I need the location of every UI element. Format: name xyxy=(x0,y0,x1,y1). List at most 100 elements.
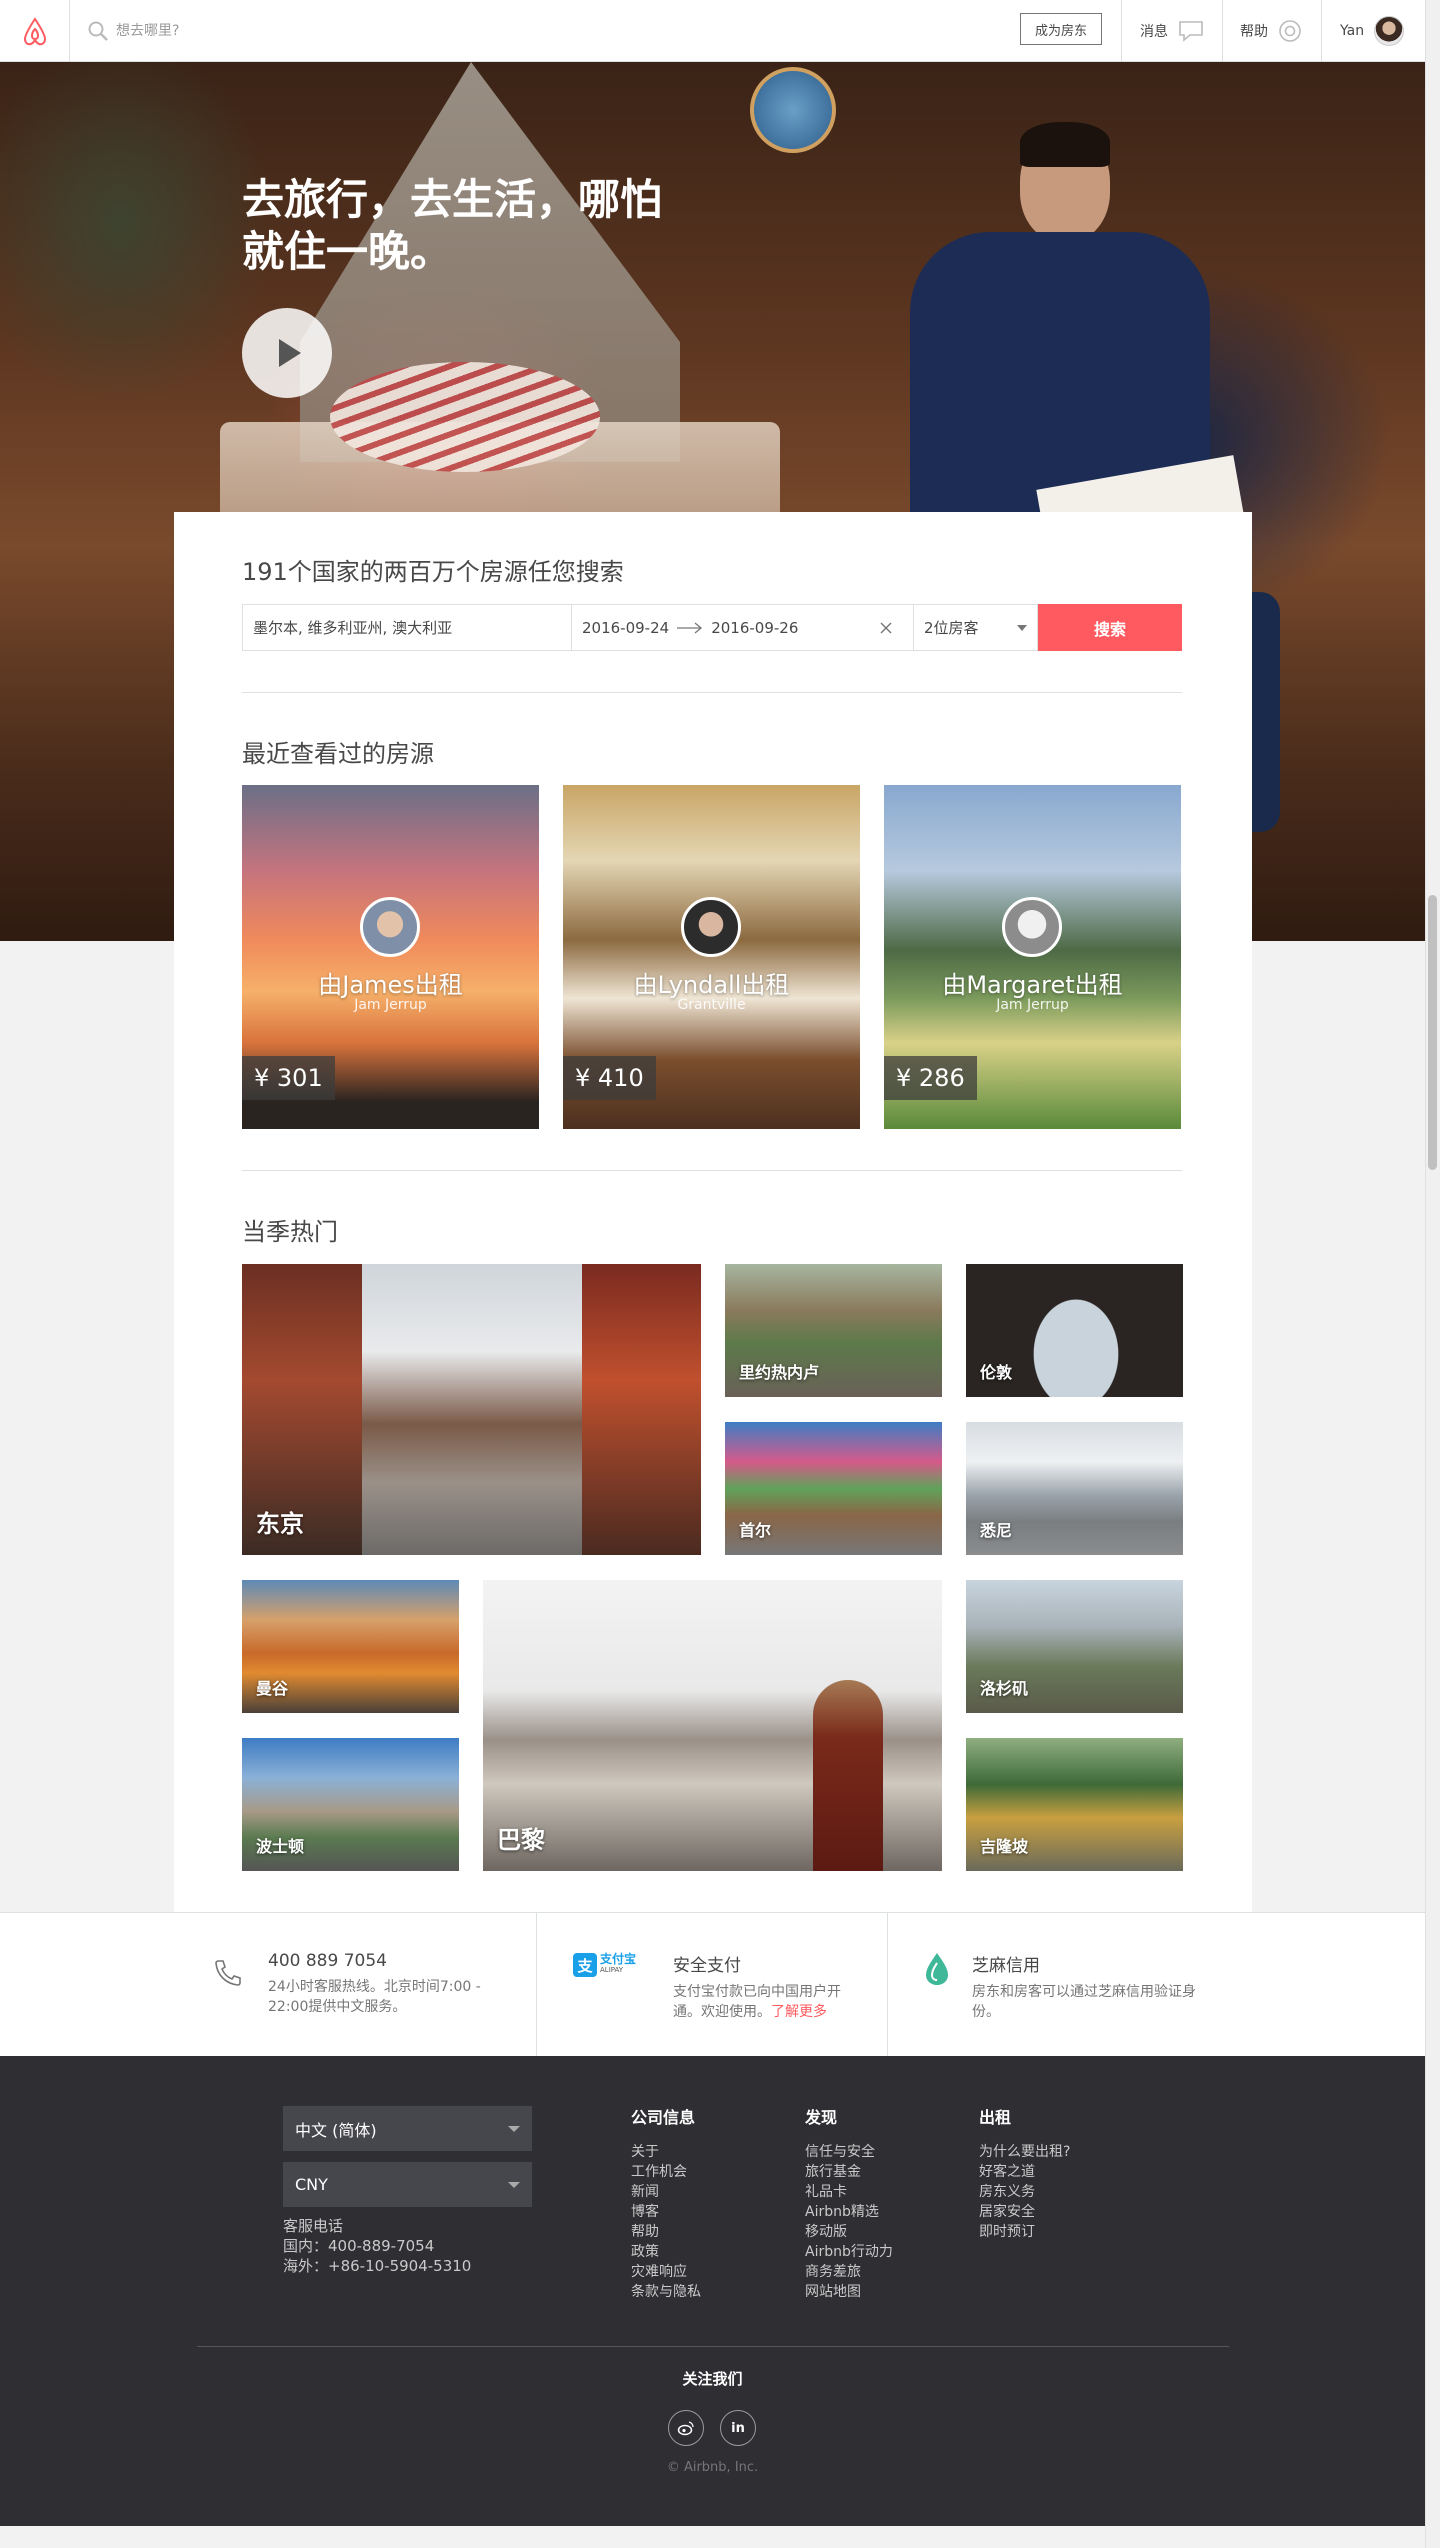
footer-link[interactable]: 礼品卡 xyxy=(805,2182,893,2202)
footer-link[interactable]: 信任与安全 xyxy=(805,2142,893,2162)
recent-listing-card[interactable]: 由James出租 Jam Jerrup ¥ 301 xyxy=(242,785,539,1129)
alipay-logo-text: 支付宝 xyxy=(600,1952,637,1966)
nav-divider xyxy=(1222,0,1223,61)
destination-tile-paris[interactable]: 巴黎 xyxy=(483,1580,942,1871)
lifebuoy-icon xyxy=(1279,19,1301,42)
destination-tile-seoul[interactable]: 首尔 xyxy=(725,1422,942,1555)
city-label: 曼谷 xyxy=(256,1679,289,1698)
main-content-panel: 191个国家的两百万个房源任您搜索 2016-09-24 2016-09-26 … xyxy=(174,512,1252,1912)
nav-divider xyxy=(1121,0,1122,61)
location-input[interactable] xyxy=(242,604,572,651)
listing-location: Grantville xyxy=(677,997,746,1013)
secure-payment-item: 支 支付宝 ALIPAY 安全支付 支付宝付款已向中国用户开通。欢迎使用。了解更… xyxy=(573,1951,863,2022)
footer-link[interactable]: 政策 xyxy=(631,2242,701,2262)
linkedin-label: in xyxy=(731,2420,745,2436)
destination-search-input[interactable] xyxy=(116,18,516,44)
host-name: 由Lyndall出租 xyxy=(633,971,790,999)
airbnb-logo-icon[interactable] xyxy=(0,0,70,61)
footer-link[interactable]: 工作机会 xyxy=(631,2162,701,2182)
guests-value: 2位房客 xyxy=(924,619,979,637)
footer-column-title: 出租 xyxy=(979,2108,1012,2127)
listing-location: Jam Jerrup xyxy=(354,997,427,1013)
footer-link[interactable]: Airbnb行动力 xyxy=(805,2242,893,2262)
listing-price: ¥ 286 xyxy=(884,1056,977,1100)
play-icon xyxy=(279,339,301,367)
alipay-logo-subtext: ALIPAY xyxy=(600,1966,624,1974)
linkedin-icon[interactable]: in xyxy=(720,2410,756,2446)
checkout-date[interactable]: 2016-09-26 xyxy=(711,619,798,637)
follow-us-heading: 关注我们 xyxy=(682,2370,743,2388)
become-host-button[interactable]: 成为房东 xyxy=(1020,13,1102,45)
play-video-button[interactable] xyxy=(242,308,332,398)
footer-link[interactable]: 商务差旅 xyxy=(805,2262,893,2282)
message-bubble-icon xyxy=(1179,20,1203,42)
phone-description: 24小时客服热线。北京时间7:00 - 22:00提供中文服务。 xyxy=(268,1979,481,2015)
footer-link[interactable]: 房东义务 xyxy=(979,2182,1070,2202)
page-scrollbar[interactable] xyxy=(1425,0,1440,2548)
search-button[interactable]: 搜索 xyxy=(1038,604,1182,651)
destination-tile-los-angeles[interactable]: 洛杉矶 xyxy=(966,1580,1183,1713)
date-range-field[interactable]: 2016-09-24 2016-09-26 xyxy=(572,604,914,651)
footer-divider xyxy=(197,2346,1229,2347)
footer-link[interactable]: 居家安全 xyxy=(979,2202,1070,2222)
currency-value: CNY xyxy=(295,2175,328,2194)
user-menu[interactable]: Yan xyxy=(1340,0,1405,61)
guests-select[interactable]: 2位房客 xyxy=(914,604,1038,651)
trust-divider xyxy=(536,1913,537,2057)
footer-link[interactable]: 移动版 xyxy=(805,2222,893,2242)
footer-link[interactable]: 博客 xyxy=(631,2202,701,2222)
service-hotline-label: 客服电话 xyxy=(283,2217,344,2235)
help-nav-item[interactable]: 帮助 xyxy=(1240,0,1302,61)
recently-viewed-heading: 最近查看过的房源 xyxy=(242,740,434,768)
destination-tile-bangkok[interactable]: 曼谷 xyxy=(242,1580,459,1713)
sesame-credit-item: 芝麻信用 房东和房客可以通过芝麻信用验证身份。 xyxy=(922,1951,1202,2022)
sesame-credit-description: 房东和房客可以通过芝麻信用验证身份。 xyxy=(972,1984,1196,2020)
scrollbar-thumb[interactable] xyxy=(1428,895,1437,1170)
search-form: 2016-09-24 2016-09-26 2位房客 搜索 xyxy=(242,604,1182,651)
sesame-credit-title: 芝麻信用 xyxy=(972,1956,1040,1976)
footer-link[interactable]: 关于 xyxy=(631,2142,701,2162)
footer-link[interactable]: 网站地图 xyxy=(805,2282,893,2302)
weibo-icon[interactable] xyxy=(668,2410,704,2446)
footer-link[interactable]: 条款与隐私 xyxy=(631,2282,701,2302)
phone-support-item: 400 889 7054 24小时客服热线。北京时间7:00 - 22:00提供… xyxy=(212,1951,508,2017)
footer-link[interactable]: 新闻 xyxy=(631,2182,701,2202)
checkin-date[interactable]: 2016-09-24 xyxy=(582,619,669,637)
city-label: 洛杉矶 xyxy=(980,1679,1029,1698)
destination-tile-london[interactable]: 伦敦 xyxy=(966,1264,1183,1397)
messages-nav-item[interactable]: 消息 xyxy=(1140,0,1204,61)
destination-tile-boston[interactable]: 波士顿 xyxy=(242,1738,459,1871)
trust-divider xyxy=(887,1913,888,2057)
listing-location: Jam Jerrup xyxy=(996,997,1069,1013)
host-avatar xyxy=(1002,897,1062,957)
destination-tile-sydney[interactable]: 悉尼 xyxy=(966,1422,1183,1555)
site-footer: 中文 (简体) CNY 客服电话 国内：400-889-7054 海外：+86-… xyxy=(0,2056,1425,2526)
listing-price: ¥ 301 xyxy=(242,1056,335,1100)
host-avatar xyxy=(681,897,741,957)
footer-link[interactable]: 为什么要出租? xyxy=(979,2142,1070,2162)
clear-dates-icon[interactable] xyxy=(879,621,893,635)
destination-tile-kuala-lumpur[interactable]: 吉隆坡 xyxy=(966,1738,1183,1871)
footer-link[interactable]: 旅行基金 xyxy=(805,2162,893,2182)
learn-more-link[interactable]: 了解更多 xyxy=(771,2004,827,2020)
footer-link[interactable]: 帮助 xyxy=(631,2222,701,2242)
language-select[interactable]: 中文 (简体) xyxy=(283,2106,532,2151)
city-label: 里约热内卢 xyxy=(739,1363,820,1382)
footer-column-title: 发现 xyxy=(805,2108,838,2127)
destination-tile-rio[interactable]: 里约热内卢 xyxy=(725,1264,942,1397)
footer-link[interactable]: 灾难响应 xyxy=(631,2262,701,2282)
recent-listing-card[interactable]: 由Margaret出租 Jam Jerrup ¥ 286 xyxy=(884,785,1181,1129)
listing-price: ¥ 410 xyxy=(563,1056,656,1100)
recent-listing-card[interactable]: 由Lyndall出租 Grantville ¥ 410 xyxy=(563,785,860,1129)
destination-tile-tokyo[interactable]: 东京 xyxy=(242,1264,701,1555)
hero-pillow-shape xyxy=(330,362,600,472)
footer-column-title: 公司信息 xyxy=(631,2108,696,2127)
footer-link[interactable]: Airbnb精选 xyxy=(805,2202,893,2222)
footer-link[interactable]: 即时预订 xyxy=(979,2222,1070,2242)
language-value: 中文 (简体) xyxy=(295,2120,377,2140)
city-label: 波士顿 xyxy=(256,1837,305,1856)
trust-bar: 400 889 7054 24小时客服热线。北京时间7:00 - 22:00提供… xyxy=(0,1912,1425,2057)
currency-select[interactable]: CNY xyxy=(283,2162,532,2207)
footer-link[interactable]: 好客之道 xyxy=(979,2162,1070,2182)
tile-person-shape xyxy=(813,1680,883,1871)
